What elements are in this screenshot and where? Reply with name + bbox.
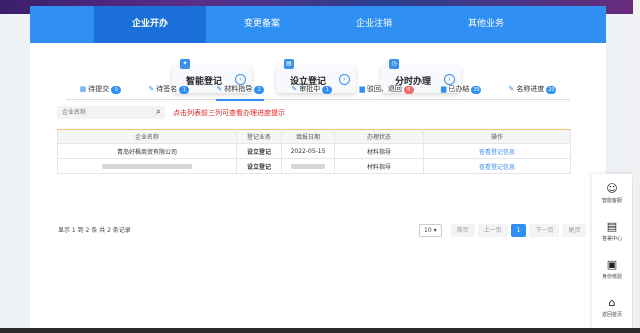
float-item-label: 返回首页 xyxy=(601,312,622,318)
redacted-text xyxy=(102,163,192,169)
prev-page-button[interactable]: 上一页 xyxy=(477,224,508,237)
record-summary: 显示 1 到 2 条 共 2 条记录 xyxy=(58,227,131,234)
tab-label: 名称进度 xyxy=(516,85,545,93)
next-page-button[interactable]: 下一页 xyxy=(529,224,560,237)
column-header: 企业名称 xyxy=(57,129,237,144)
tab-pending-submit[interactable]: ▦ 待提交 0 xyxy=(80,83,122,99)
count-badge: 1 xyxy=(179,86,190,94)
count-badge: 2 xyxy=(254,86,265,94)
page-size-select[interactable]: 10 ▾ xyxy=(419,224,442,237)
float-item-label: 智能客服 xyxy=(601,198,622,204)
nav-item-open-business[interactable]: 企业开办 xyxy=(94,6,206,43)
nav-item-deregistration[interactable]: 企业注销 xyxy=(318,6,430,43)
bottom-bar xyxy=(0,328,640,333)
edit-icon: ✎ xyxy=(508,85,515,93)
business-cell[interactable]: 设立登记 xyxy=(236,158,282,174)
robot-icon: ☺ xyxy=(606,182,618,195)
float-item-label: 身份核验 xyxy=(601,274,622,280)
progress-hint: 点击列表前三列可查看办理进度提示 xyxy=(173,109,285,117)
tab-material-guidance[interactable]: ✎ 材料指导 2 xyxy=(216,83,265,101)
tab-label: 材料指导 xyxy=(224,85,253,93)
first-page-button[interactable]: 首页 xyxy=(450,224,475,237)
tab-label: 驳回、退回 xyxy=(366,85,402,93)
id-card-icon: ▣ xyxy=(606,258,618,271)
nav-item-change-filing[interactable]: 变更备案 xyxy=(206,6,318,43)
chevron-down-icon: ▾ xyxy=(433,227,437,234)
count-badge: 39 xyxy=(471,86,482,94)
column-header: 登记业务 xyxy=(236,129,282,144)
tab-label: 待签名 xyxy=(156,85,178,93)
company-search: ⌕ xyxy=(57,106,165,119)
search-icon[interactable]: ⌕ xyxy=(156,107,161,117)
edit-icon: ✎ xyxy=(291,85,298,93)
current-page-button[interactable]: 1 xyxy=(510,224,527,237)
count-badge: 1 xyxy=(322,86,333,94)
tab-pending-sign[interactable]: ✎ 待签名 1 xyxy=(148,83,190,99)
page-scrollbar[interactable] xyxy=(633,0,640,328)
float-item-id-verify[interactable]: ▣ 身份核验 xyxy=(592,258,632,280)
business-table: 企业名称 登记业务 填报日期 办理状态 操作 青岛好枫商贸有限公司 设立登记 2… xyxy=(57,129,571,174)
date-cell[interactable] xyxy=(281,158,335,174)
floating-service-menu: ☺ 智能客服 ▤ 答署中心 ▣ 身份核验 ⌂ 返回首页 xyxy=(592,174,632,333)
float-item-label: 答署中心 xyxy=(601,236,622,242)
edit-icon: ✎ xyxy=(216,85,223,93)
count-badge: 0 xyxy=(111,86,122,94)
company-name-cell[interactable] xyxy=(57,158,237,174)
folder-icon: ▆ xyxy=(359,85,365,93)
doc-icon: ▤ xyxy=(606,220,618,233)
float-item-home[interactable]: ⌂ 返回首页 xyxy=(592,296,632,318)
tab-under-review[interactable]: ✎ 审批中 1 xyxy=(291,83,333,99)
status-tabs: ▦ 待提交 0 ✎ 待签名 1 ✎ 材料指导 2 ✎ 审批中 1 ▆ 驳回、退回 6 ▆ 已办结 39 … xyxy=(66,83,570,101)
view-info-link[interactable]: 查看登记信息 xyxy=(423,143,571,159)
table-row[interactable]: 设立登记 材料指导 查看登记信息 xyxy=(57,158,571,174)
tab-completed[interactable]: ▆ 已办结 39 xyxy=(441,83,482,99)
tab-name-progress[interactable]: ✎ 名称进度 20 xyxy=(509,83,557,99)
tab-label: 待提交 xyxy=(88,85,110,93)
count-badge: 20 xyxy=(546,86,557,94)
redacted-text xyxy=(291,163,325,169)
search-input[interactable] xyxy=(57,106,147,119)
company-name-cell[interactable]: 青岛好枫商贸有限公司 xyxy=(57,143,237,159)
pagination: 10 ▾ 首页 上一页 1 下一页 尾页 xyxy=(419,224,587,237)
folder-icon: ▆ xyxy=(441,85,447,93)
list-icon: ▦ xyxy=(79,85,87,93)
count-badge: 6 xyxy=(403,86,414,94)
status-cell: 材料指导 xyxy=(334,143,424,159)
view-info-link[interactable]: 查看登记信息 xyxy=(423,158,571,174)
tab-label: 已办结 xyxy=(448,85,470,93)
business-cell[interactable]: 设立登记 xyxy=(236,143,282,159)
date-cell[interactable]: 2022-05-15 xyxy=(281,143,335,159)
table-row[interactable]: 青岛好枫商贸有限公司 设立登记 2022-05-15 材料指导 查看登记信息 xyxy=(57,143,571,159)
clock-icon: ◷ xyxy=(389,59,399,69)
page-size-value: 10 xyxy=(424,227,432,234)
last-page-button[interactable]: 尾页 xyxy=(562,224,587,237)
column-header: 操作 xyxy=(423,129,571,144)
nav-item-other-business[interactable]: 其他业务 xyxy=(430,6,542,43)
table-header-row: 企业名称 登记业务 填报日期 办理状态 操作 xyxy=(57,129,571,144)
tab-label: 审批中 xyxy=(299,85,321,93)
status-cell: 材料指导 xyxy=(334,158,424,174)
column-header: 填报日期 xyxy=(281,129,335,144)
float-item-smart-service[interactable]: ☺ 智能客服 xyxy=(592,182,632,204)
home-icon: ⌂ xyxy=(608,296,616,309)
edit-icon: ✎ xyxy=(148,85,155,93)
register-icon: ▤ xyxy=(284,59,294,69)
main-nav: 企业开办 变更备案 企业注销 其他业务 xyxy=(30,6,606,43)
tab-rejected[interactable]: ▆ 驳回、退回 6 xyxy=(359,83,414,99)
column-header: 办理状态 xyxy=(334,129,424,144)
smart-icon: ✦ xyxy=(180,59,190,69)
float-item-sign-center[interactable]: ▤ 答署中心 xyxy=(592,220,632,242)
